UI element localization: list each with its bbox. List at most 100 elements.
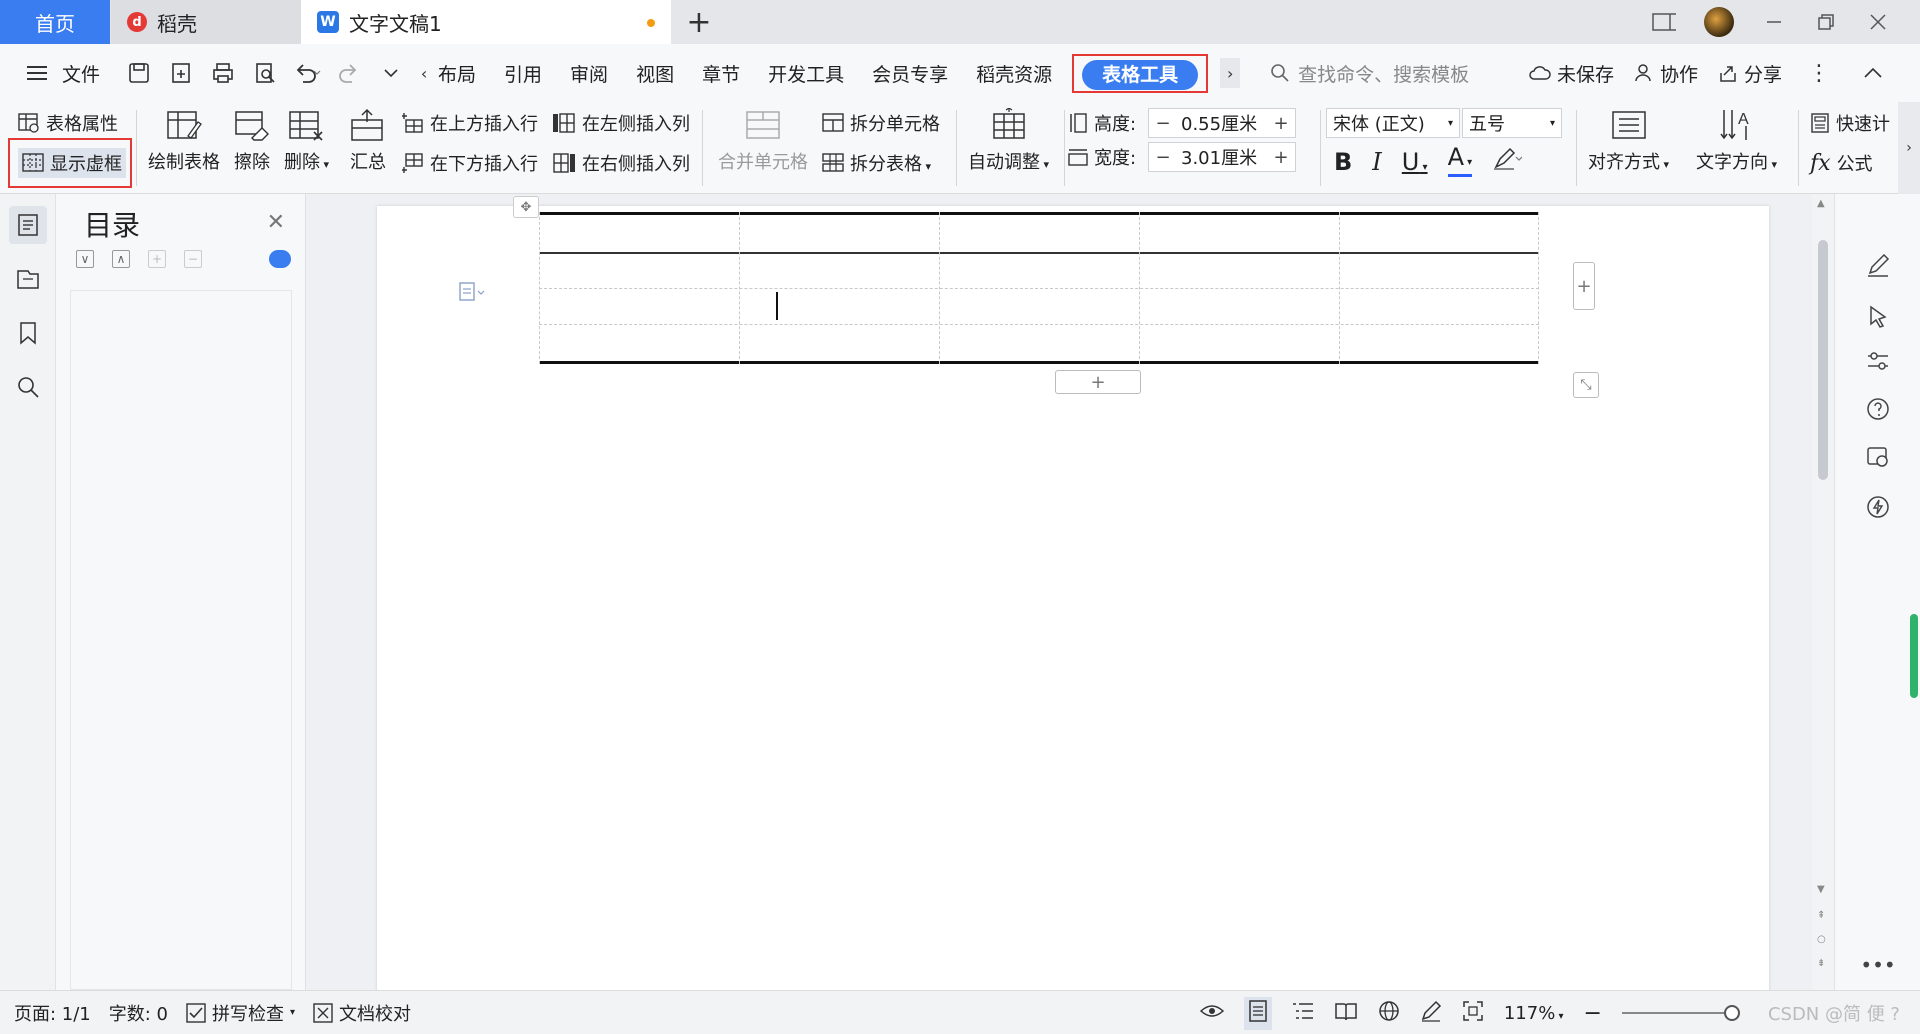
tab-table-tools[interactable]: 表格工具 [1082, 59, 1199, 90]
hamburger-icon[interactable] [20, 56, 54, 90]
delete-button[interactable]: 删除 ▾ [284, 108, 329, 174]
table-move-handle[interactable]: ✥ [513, 196, 539, 218]
tab-home[interactable]: 首页 [0, 0, 110, 44]
split-cells-button[interactable]: 拆分单元格 [822, 110, 940, 136]
bold-button[interactable]: B [1334, 148, 1352, 176]
insert-col-left-button[interactable]: 在左侧插入列 [552, 110, 690, 136]
zoom-level[interactable]: 117% ▾ [1504, 1003, 1564, 1024]
text-direction-button[interactable]: A 文字方向 ▾ [1696, 108, 1777, 174]
tab-daoke[interactable]: d 稻壳 [111, 0, 301, 44]
undo-icon[interactable] [290, 56, 324, 90]
page-view-icon[interactable] [1243, 996, 1272, 1030]
outline-nav-icon[interactable] [9, 206, 47, 244]
zoom-out-button[interactable]: − [1584, 1001, 1602, 1026]
tab-member[interactable]: 会员专享 [858, 60, 962, 87]
next-page-icon[interactable]: ⇟ [1817, 958, 1825, 969]
help-icon[interactable] [1863, 394, 1893, 424]
split-table-button[interactable]: 拆分表格 ▾ [822, 150, 931, 176]
table-resize-handle[interactable]: ⤡ [1573, 372, 1599, 398]
font-size-select[interactable]: 五号 ▾ [1462, 108, 1562, 138]
merge-cells-button[interactable]: 合并单元格 [718, 108, 808, 174]
insert-row-above-button[interactable]: 在上方插入行 [402, 110, 538, 136]
new-tab-button[interactable]: + [671, 0, 727, 44]
col-width-value[interactable]: 3.01厘米 [1177, 144, 1267, 170]
document-table[interactable] [539, 212, 1539, 364]
spell-check-button[interactable]: 拼写检查 ▾ [186, 1000, 295, 1026]
scroll-down-icon[interactable]: ▼ [1817, 884, 1825, 895]
tab-layout[interactable]: 布局 [438, 60, 490, 87]
quick-calc-button[interactable]: 快速计 [1810, 110, 1890, 136]
more-options-icon[interactable]: ••• [1860, 950, 1895, 980]
row-height-stepper[interactable]: − 0.55厘米 + [1148, 108, 1296, 138]
search-icon[interactable] [9, 368, 47, 406]
pen-icon[interactable] [1863, 250, 1893, 280]
col-width-decrease[interactable]: − [1149, 147, 1177, 168]
fit-page-icon[interactable] [1462, 1000, 1484, 1027]
print-preview-icon[interactable] [248, 56, 282, 90]
add-heading-icon[interactable]: + [148, 250, 166, 268]
web-layout-icon[interactable] [1378, 1000, 1400, 1027]
doc-proofread-button[interactable]: 文档校对 [313, 1000, 411, 1026]
close-icon[interactable] [1866, 10, 1890, 34]
redo-icon[interactable] [332, 56, 366, 90]
tab-chapter[interactable]: 章节 [688, 60, 754, 87]
erase-button[interactable]: 擦除 [234, 108, 270, 174]
write-mode-icon[interactable] [1420, 1000, 1442, 1027]
highlight-pen-icon[interactable] [1492, 147, 1523, 176]
eye-protect-icon[interactable] [1199, 1002, 1224, 1025]
collapse-ribbon-icon[interactable] [1856, 56, 1890, 90]
command-search[interactable]: 查找命令、搜索模板 [1270, 60, 1469, 87]
tab-review[interactable]: 审阅 [556, 60, 622, 87]
collaborate-button[interactable]: 协作 [1634, 60, 1698, 87]
show-gridlines-button[interactable]: 显示虚框 [18, 148, 126, 178]
menu-file[interactable]: 文件 [62, 60, 114, 87]
expand-all-icon[interactable]: ∨ [76, 250, 94, 268]
remove-heading-icon[interactable]: − [184, 250, 202, 268]
save-icon[interactable] [122, 56, 156, 90]
vertical-scrollbar[interactable]: ▲ ▼ ⇞ ○ ⇟ [1812, 194, 1834, 990]
zoom-slider-knob[interactable] [1723, 1005, 1740, 1021]
lightning-icon[interactable] [1863, 492, 1893, 522]
sliders-icon[interactable] [1863, 346, 1893, 376]
word-count[interactable]: 字数: 0 [109, 1000, 168, 1026]
unsaved-button[interactable]: 未保存 [1529, 60, 1614, 87]
ribbon-scroll-right-icon[interactable]: › [1898, 102, 1920, 194]
add-row-button[interactable]: + [1055, 370, 1141, 394]
minimize-icon[interactable] [1762, 10, 1786, 34]
tab-view[interactable]: 视图 [622, 60, 688, 87]
font-name-select[interactable]: 宋体 (正文) ▾ [1326, 108, 1460, 138]
add-column-button[interactable]: + [1573, 262, 1595, 310]
tab-developer[interactable]: 开发工具 [754, 60, 858, 87]
avatar[interactable] [1704, 7, 1734, 37]
outline-view-icon[interactable] [1292, 1001, 1314, 1026]
italic-button[interactable]: I [1372, 148, 1381, 176]
outline-sync-toggle[interactable] [269, 250, 291, 268]
row-height-increase[interactable]: + [1267, 113, 1295, 134]
col-width-stepper[interactable]: − 3.01厘米 + [1148, 142, 1296, 172]
draw-table-button[interactable]: 绘制表格 [148, 108, 220, 174]
tab-references[interactable]: 引用 [490, 60, 556, 87]
row-height-decrease[interactable]: − [1149, 113, 1177, 134]
insert-row-below-button[interactable]: 在下方插入行 [402, 150, 538, 176]
insert-col-right-button[interactable]: 在右侧插入列 [552, 150, 690, 176]
row-height-value[interactable]: 0.55厘米 [1177, 110, 1267, 136]
font-color-button[interactable]: A ▾ [1447, 145, 1473, 177]
alignment-button[interactable]: 对齐方式 ▾ [1588, 108, 1669, 174]
auto-fit-button[interactable]: 自动调整 ▾ [968, 108, 1049, 174]
backup-icon[interactable] [1863, 442, 1893, 472]
select-browse-object-icon[interactable]: ○ [1817, 934, 1826, 945]
export-pdf-icon[interactable] [164, 56, 198, 90]
collapse-all-icon[interactable]: ∧ [112, 250, 130, 268]
quick-access-dropdown-icon[interactable] [374, 56, 408, 90]
summary-button[interactable]: 汇总 [350, 108, 386, 174]
paragraph-menu-icon[interactable] [459, 282, 485, 306]
more-tabs-icon[interactable]: › [1220, 58, 1241, 88]
page-indicator[interactable]: 页面: 1/1 [14, 1000, 91, 1026]
bookmark-icon[interactable] [9, 314, 47, 352]
col-width-increase[interactable]: + [1267, 147, 1295, 168]
share-button[interactable]: 分享 [1718, 60, 1782, 87]
scroll-up-icon[interactable]: ▲ [1817, 198, 1825, 209]
reading-mode-icon[interactable] [1334, 1001, 1358, 1026]
document-page[interactable]: ✥ + + ⤡ [377, 196, 1769, 990]
layout-switch-icon[interactable] [1652, 10, 1676, 34]
